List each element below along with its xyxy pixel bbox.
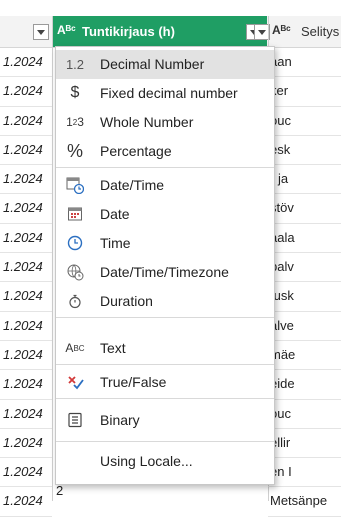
table-cell: eide xyxy=(268,370,341,400)
menu-item-using-locale[interactable]: Using Locale... xyxy=(56,447,274,476)
table-cell: 1.2024 xyxy=(0,224,52,254)
menu-item-label: Date/Time/Timezone xyxy=(100,264,229,280)
calendar-icon xyxy=(64,203,86,225)
menu-item-label: Date/Time xyxy=(100,177,165,193)
true-false-icon xyxy=(64,371,86,393)
table-cell: 1.2024 xyxy=(0,487,52,517)
table-cell: ouc xyxy=(268,107,341,136)
menu-separator xyxy=(56,167,274,168)
dollar-icon: $ xyxy=(70,84,80,101)
menu-item-label: Time xyxy=(100,235,131,251)
table-cell: 1.2024 xyxy=(0,370,52,400)
menu-item-label: Whole Number xyxy=(100,114,194,130)
table-cell: ker xyxy=(268,77,341,107)
timezone-icon xyxy=(64,261,86,283)
column-title: Tuntikirjaus (h) xyxy=(82,24,175,39)
table-cell: ouc xyxy=(268,400,341,429)
table-cell: 1.2024 xyxy=(0,48,52,78)
table-cell: alve xyxy=(268,312,341,341)
table-cell: 1.2024 xyxy=(0,136,52,166)
menu-item-whole-number[interactable]: 123 Whole Number xyxy=(56,108,274,137)
table-cell: 1.2024 xyxy=(0,77,52,107)
menu-item-label: Binary xyxy=(100,412,140,428)
menu-item-label: Text xyxy=(100,340,126,356)
menu-item-date-time-timezone[interactable]: Date/Time/Timezone xyxy=(56,258,274,287)
stopwatch-icon xyxy=(64,290,86,312)
table-cell: ellir xyxy=(268,429,341,459)
clock-icon xyxy=(64,232,86,254)
table-cell: 1.2024 xyxy=(0,458,52,488)
table-cell: Metsänpe xyxy=(268,487,341,517)
menu-item-label: Duration xyxy=(100,293,153,309)
menu-item-date-time[interactable]: Date/Time xyxy=(56,171,274,200)
menu-item-time[interactable]: Time xyxy=(56,229,274,258)
menu-separator xyxy=(56,317,274,318)
menu-item-true-false[interactable]: True/False xyxy=(56,368,274,397)
table-cell: 1.2024 xyxy=(0,429,52,459)
menu-item-percentage[interactable]: % Percentage xyxy=(56,137,274,166)
table-cell: mäe xyxy=(268,341,341,371)
data-type-menu: 1.2 Decimal Number $ Fixed decimal numbe… xyxy=(55,46,275,485)
date-column: 1.2024 1.2024 1.2024 1.2024 1.2024 1.202… xyxy=(0,48,52,517)
table-cell: palv xyxy=(268,253,341,283)
table-cell: en I xyxy=(268,458,341,488)
table-cell: aan xyxy=(268,48,341,78)
menu-item-fixed-decimal[interactable]: $ Fixed decimal number xyxy=(56,79,274,108)
table-cell: 2 xyxy=(56,483,64,498)
column-title: Selitys xyxy=(301,24,340,39)
table-cell: 1.2024 xyxy=(0,312,52,341)
menu-item-label: Date xyxy=(100,206,130,222)
date-time-icon xyxy=(64,174,86,196)
menu-separator xyxy=(56,441,274,442)
menu-item-decimal-number[interactable]: 1.2 Decimal Number xyxy=(56,50,274,79)
table-cell: 1.2024 xyxy=(0,341,52,371)
description-column: aan ker ouc esk - ja stöv aala palv tusk… xyxy=(268,48,341,517)
binary-icon xyxy=(64,409,86,431)
column-divider xyxy=(52,16,53,501)
menu-item-duration[interactable]: Duration xyxy=(56,287,274,316)
table-cell: aala xyxy=(268,224,341,254)
text-type-icon[interactable]: Aᴮᶜ xyxy=(272,23,291,37)
whole-number-icon: 123 xyxy=(66,115,84,129)
text-type-icon: ABC xyxy=(65,341,85,355)
table-cell: 1.2024 xyxy=(0,253,52,283)
table-cell: tusk xyxy=(268,282,341,312)
decimal-number-icon: 1.2 xyxy=(65,56,85,72)
column-dropdown-button[interactable] xyxy=(33,24,49,40)
selected-column-header[interactable]: Aᴮᶜ Tuntikirjaus (h) xyxy=(52,16,267,47)
menu-item-label: Fixed decimal number xyxy=(100,85,238,101)
menu-item-binary[interactable]: Binary xyxy=(56,406,274,435)
menu-item-text[interactable]: ABC Text xyxy=(56,334,274,363)
table-cell: 1.2024 xyxy=(0,165,52,195)
table-cell: 1.2024 xyxy=(0,194,52,224)
percent-icon: % xyxy=(66,140,83,161)
menu-item-date[interactable]: Date xyxy=(56,200,274,229)
table-cell: 1.2024 xyxy=(0,282,52,312)
table-cell: - ja xyxy=(268,165,341,195)
menu-separator xyxy=(56,364,274,365)
text-type-icon[interactable]: Aᴮᶜ xyxy=(57,23,76,37)
table-cell: 1.2024 xyxy=(0,107,52,136)
menu-item-label: Decimal Number xyxy=(100,56,205,72)
table-cell: stöv xyxy=(268,194,341,224)
table-cell: 1.2024 xyxy=(0,400,52,429)
table-cell: esk xyxy=(268,136,341,166)
menu-item-label: True/False xyxy=(100,374,167,390)
menu-item-label: Percentage xyxy=(100,143,172,159)
menu-item-label: Using Locale... xyxy=(100,453,193,469)
menu-separator xyxy=(56,398,274,399)
